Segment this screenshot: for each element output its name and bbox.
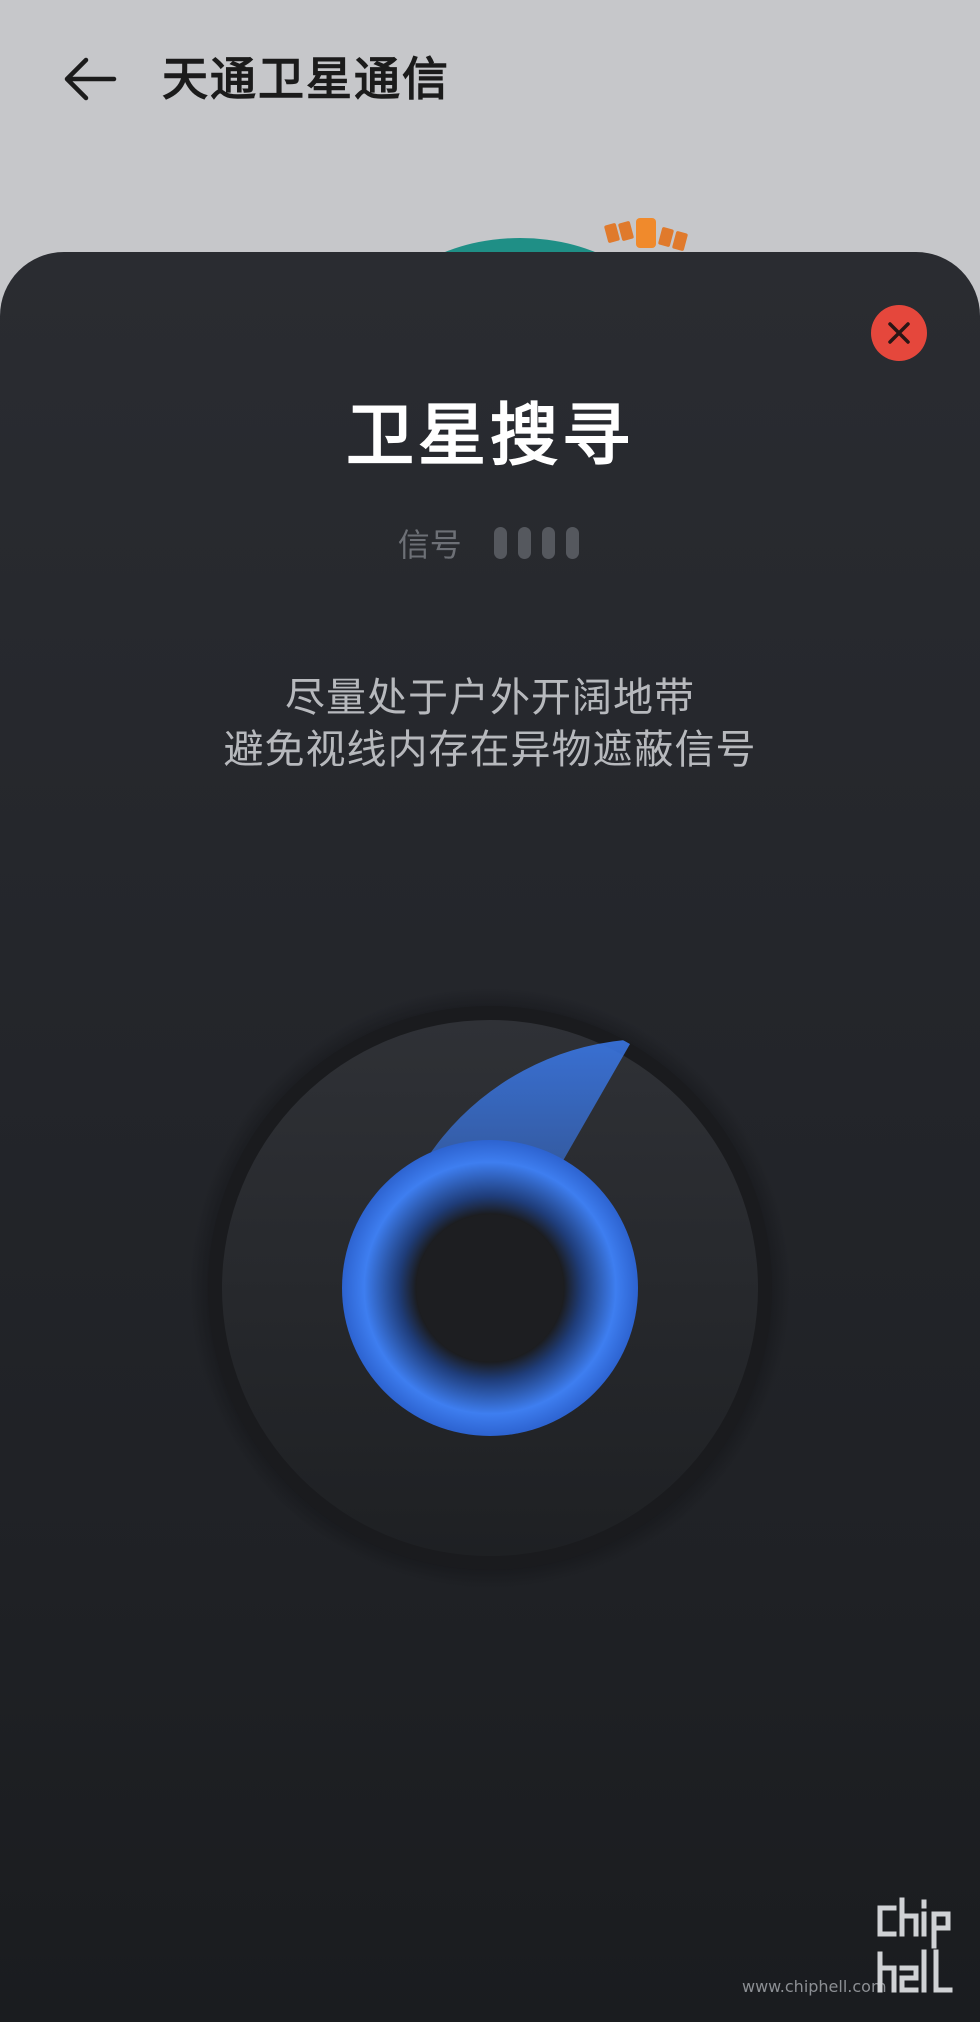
signal-bar: [518, 527, 531, 559]
signal-bars: [491, 527, 582, 559]
satellite-icon: [604, 218, 688, 251]
signal-bar: [542, 527, 556, 559]
close-button[interactable]: [871, 305, 927, 361]
sheet-title: 卫星搜寻: [345, 397, 634, 476]
back-button[interactable]: [58, 48, 124, 110]
watermark: www.chiphell.com: [742, 1894, 962, 2004]
hint-line-2: 避免视线内存在异物遮蔽信号: [223, 727, 757, 773]
signal-bar: [493, 527, 507, 559]
watermark-url: www.chiphell.com: [742, 1977, 887, 1996]
signal-label: 信号: [397, 526, 462, 564]
signal-indicator: 信号: [0, 520, 980, 570]
search-hint: 尽量处于户外开阔地带 避免视线内存在异物遮蔽信号: [0, 672, 980, 776]
hint-line-1: 尽量处于户外开阔地带: [285, 675, 695, 721]
signal-bar: [566, 527, 580, 559]
radar-icon: [190, 988, 790, 1588]
close-icon: [888, 322, 910, 344]
satellite-search-sheet: 卫星搜寻 信号 尽量处于户外开阔地带 避免视线内存在异物遮蔽信号: [0, 252, 980, 2022]
arrow-left-icon: [64, 57, 117, 101]
top-bar: 天通卫星通信: [0, 0, 980, 160]
page-title: 天通卫星通信: [162, 52, 450, 106]
chiphell-logo: [877, 1897, 953, 1993]
